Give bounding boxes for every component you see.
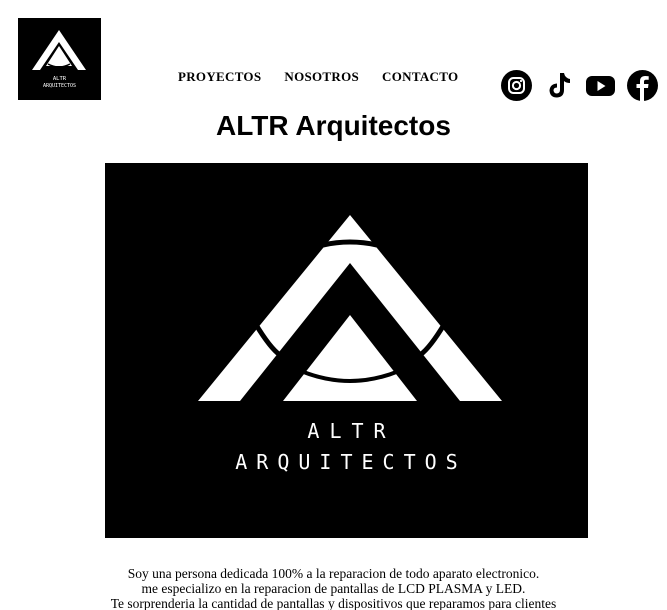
youtube-icon[interactable]	[585, 70, 616, 101]
hero-brand-line2: ARQUITECTOS	[235, 450, 467, 474]
facebook-icon[interactable]	[627, 70, 658, 101]
page: ALTR ARQUITECTOS PROYECTOS NOSOTROS CONT…	[0, 0, 667, 610]
site-logo[interactable]: ALTR ARQUITECTOS	[18, 18, 101, 100]
hero-brand-line1: ALTR	[307, 419, 396, 443]
logo-mark-icon: ALTR ARQUITECTOS	[32, 30, 86, 89]
description-line-3: Te sorprenderia la cantidad de pantallas…	[110, 596, 557, 610]
description: Soy una persona dedicada 100% a la repar…	[0, 566, 667, 610]
nav-item-contacto[interactable]: CONTACTO	[382, 69, 458, 85]
description-line-2: me especializo en la reparacion de panta…	[141, 581, 526, 596]
main-nav: PROYECTOS NOSOTROS CONTACTO	[172, 69, 458, 85]
description-line-1: Soy una persona dedicada 100% a la repar…	[127, 566, 540, 581]
hero-logo-image: ALTR ARQUITECTOS	[105, 163, 588, 538]
social-links	[501, 70, 658, 101]
page-title: ALTR Arquitectos	[216, 110, 451, 141]
logo-small-line1: ALTR	[53, 76, 67, 82]
hero-logo-mark-icon	[198, 215, 502, 401]
instagram-icon[interactable]	[501, 70, 532, 101]
nav-item-nosotros[interactable]: NOSOTROS	[284, 69, 359, 85]
logo-small-line2: ARQUITECTOS	[43, 83, 76, 89]
nav-item-proyectos[interactable]: PROYECTOS	[178, 69, 261, 85]
tiktok-icon[interactable]	[543, 70, 574, 101]
